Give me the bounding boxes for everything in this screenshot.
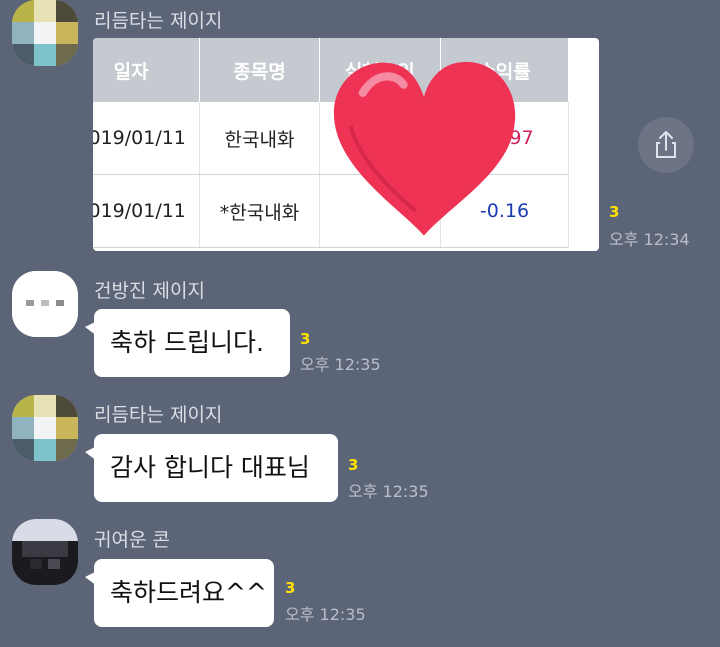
sender-name: 귀여운 콘 — [94, 529, 170, 551]
message-bubble[interactable]: 축하드려요^^ — [85, 559, 274, 627]
message-bubble[interactable]: 축하 드립니다. — [85, 309, 290, 377]
unread-count: 3 — [285, 579, 296, 597]
avatar[interactable] — [12, 395, 78, 461]
timestamp: 오후 12:35 — [300, 355, 381, 374]
table-header: 종목명 — [199, 38, 320, 102]
table-cell: 2019/01/11 — [93, 174, 201, 248]
sender-name: 건방진 제이지 — [94, 280, 205, 302]
timestamp: 오후 12:35 — [285, 605, 366, 624]
timestamp: 오후 12:35 — [348, 482, 429, 501]
heart-sticker-icon — [333, 61, 516, 236]
avatar[interactable] — [12, 0, 78, 66]
table-cell: *한국내화 — [199, 174, 320, 248]
share-button[interactable] — [638, 117, 694, 173]
table-cell: 2019/01/11 — [93, 102, 201, 175]
unread-count: 3 — [300, 330, 311, 348]
message-bubble[interactable]: 감사 합니다 대표님 — [85, 434, 338, 502]
table-header: 일자 — [93, 38, 201, 102]
timestamp: 오후 12:34 — [609, 230, 690, 249]
avatar[interactable] — [12, 271, 78, 337]
table-cell: 한국내화 — [199, 102, 320, 175]
avatar[interactable] — [12, 519, 78, 585]
sender-name: 리듬타는 제이지 — [94, 10, 223, 32]
share-icon — [656, 131, 676, 158]
sender-name: 리듬타는 제이지 — [94, 404, 223, 426]
unread-count: 3 — [609, 203, 620, 221]
unread-count: 3 — [348, 456, 359, 474]
